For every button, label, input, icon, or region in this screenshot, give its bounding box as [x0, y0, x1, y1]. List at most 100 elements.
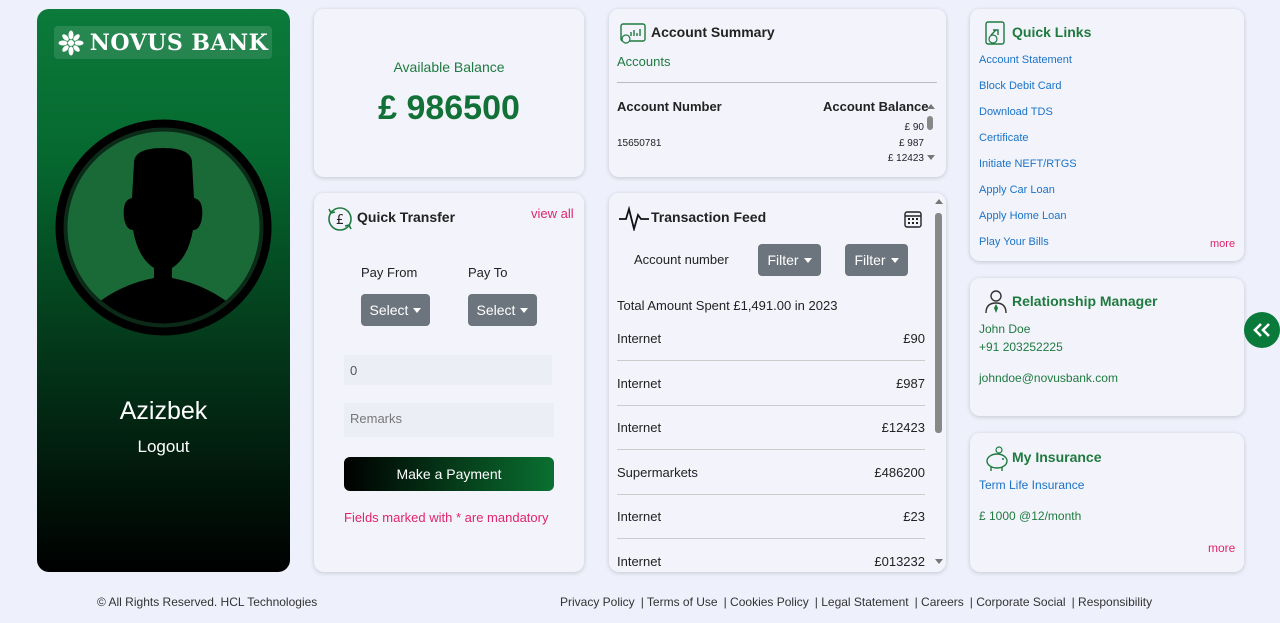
- transaction-amount: £486200: [874, 464, 925, 480]
- insurance-plan-link[interactable]: Term Life Insurance: [979, 478, 1084, 492]
- footer-link-responsibility[interactable]: | Responsibility: [1072, 595, 1152, 609]
- transaction-row: Supermarkets £486200: [617, 451, 925, 495]
- account-summary-card: Account Summary Accounts Account Number …: [609, 9, 946, 177]
- manager-name: John Doe: [979, 322, 1031, 336]
- quick-link-play-your-bills[interactable]: Play Your Bills: [979, 236, 1049, 248]
- pay-to-label: Pay To: [468, 265, 508, 280]
- scroll-up-icon[interactable]: [935, 199, 943, 204]
- scroll-down-icon[interactable]: [935, 559, 943, 564]
- quick-link-block-debit-card[interactable]: Block Debit Card: [979, 80, 1062, 92]
- quick-link-download-tds[interactable]: Download TDS: [979, 106, 1053, 118]
- transaction-amount: £90: [903, 331, 925, 346]
- quick-links-more-link[interactable]: more: [1210, 238, 1235, 250]
- pay-to-select-value: Select: [476, 302, 516, 318]
- caret-down-icon: [413, 307, 422, 313]
- footer-links: Privacy Policy | Terms of Use | Cookies …: [560, 595, 1152, 609]
- footer-link-terms[interactable]: | Terms of Use: [641, 595, 718, 609]
- pay-from-select[interactable]: Select: [361, 294, 430, 326]
- footer-link-cookies[interactable]: | Cookies Policy: [724, 595, 809, 609]
- view-all-link[interactable]: view all: [531, 206, 574, 221]
- quick-link-account-statement[interactable]: Account Statement: [979, 54, 1072, 66]
- footer-link-privacy[interactable]: Privacy Policy: [560, 595, 635, 609]
- scroll-down-icon[interactable]: [927, 155, 935, 160]
- footer-link-careers[interactable]: | Careers: [915, 595, 964, 609]
- account-balance-value: £ 90: [904, 122, 924, 133]
- collapse-panel-button[interactable]: [1244, 312, 1280, 348]
- account-number-value: 15650781: [617, 138, 662, 149]
- footer-copyright: © All Rights Reserved. HCL Technologies: [97, 595, 318, 609]
- balance-card: Available Balance £ 986500: [314, 9, 584, 177]
- pay-to-select[interactable]: Select: [468, 294, 537, 326]
- filter-dropdown-label: Filter: [854, 252, 886, 268]
- caret-down-icon: [890, 257, 899, 263]
- account-balance-value: £ 987: [898, 138, 924, 149]
- balance-value: £ 986500: [378, 89, 520, 127]
- svg-text:£: £: [336, 213, 344, 228]
- quick-links-card: Quick Links Account Statement Block Debi…: [970, 9, 1244, 261]
- quick-links-title: Quick Links: [1012, 24, 1092, 40]
- quick-transfer-card: £ Quick Transfer view all Pay From Pay T…: [314, 193, 584, 572]
- account-summary-title: Account Summary: [651, 24, 775, 40]
- make-payment-button[interactable]: Make a Payment: [344, 457, 554, 491]
- brand-logo: NOVUS BANK: [54, 26, 272, 59]
- transaction-category: Internet: [617, 553, 662, 569]
- manager-email[interactable]: johndoe@novusbank.com: [979, 371, 1118, 385]
- quick-link-initiate-neft[interactable]: Initiate NEFT/RTGS: [979, 158, 1077, 170]
- transaction-amount: £12423: [881, 420, 925, 435]
- transaction-category: Internet: [617, 420, 662, 435]
- transaction-category: Internet: [617, 509, 662, 524]
- user-name: Azizbek: [119, 397, 208, 425]
- manager-phone: +91 203252225: [979, 340, 1063, 354]
- mandatory-note: Fields marked with * are mandatory: [344, 510, 549, 525]
- caret-down-icon: [803, 257, 812, 263]
- insurance-premium: £ 1000 @12/month: [979, 509, 1082, 523]
- account-summary-icon: [620, 23, 646, 44]
- quick-link-apply-home-loan[interactable]: Apply Home Loan: [979, 210, 1066, 222]
- transaction-row: Internet £013232: [617, 540, 925, 573]
- balance-label: Available Balance: [393, 59, 505, 75]
- column-account-balance: Account Balance: [823, 99, 929, 114]
- caret-down-icon: [520, 307, 529, 313]
- feed-scrollbar[interactable]: [934, 197, 944, 568]
- calendar-icon[interactable]: [904, 210, 922, 228]
- footer-link-corporate-social[interactable]: | Corporate Social: [970, 595, 1066, 609]
- quick-link-apply-car-loan[interactable]: Apply Car Loan: [979, 184, 1055, 196]
- currency-exchange-icon: £: [328, 207, 352, 231]
- column-account-number: Account Number: [617, 99, 722, 114]
- total-spent-text: Total Amount Spent £1,491.00 in 2023: [617, 298, 838, 313]
- divider: [617, 82, 937, 83]
- filter-dropdown-2[interactable]: Filter: [845, 244, 908, 276]
- transaction-row: Internet £23: [617, 495, 925, 539]
- relationship-manager-title: Relationship Manager: [1012, 293, 1158, 309]
- scroll-thumb[interactable]: [927, 116, 933, 130]
- pulse-icon: [619, 205, 649, 231]
- manager-person-icon: [985, 290, 1007, 314]
- brand-name: NOVUS BANK: [89, 29, 269, 56]
- flower-logo-icon: [58, 30, 84, 55]
- account-number-label: Account number: [634, 252, 729, 267]
- scroll-up-icon[interactable]: [927, 104, 935, 109]
- insurance-title: My Insurance: [1012, 449, 1102, 465]
- pay-from-select-value: Select: [369, 302, 409, 318]
- table-scrollbar[interactable]: [926, 102, 936, 164]
- transaction-category: Internet: [617, 375, 662, 391]
- footer-link-legal[interactable]: | Legal Statement: [815, 595, 909, 609]
- insurance-more-link[interactable]: more: [1208, 541, 1235, 555]
- quick-link-certificate[interactable]: Certificate: [979, 132, 1029, 144]
- filter-dropdown-1[interactable]: Filter: [758, 244, 821, 276]
- quick-transfer-title: Quick Transfer: [357, 209, 456, 225]
- insurance-card: My Insurance Term Life Insurance £ 1000 …: [970, 433, 1244, 572]
- account-balance-value: £ 12423: [887, 153, 924, 164]
- transaction-feed-title: Transaction Feed: [651, 209, 767, 225]
- scroll-thumb[interactable]: [935, 213, 942, 433]
- piggy-bank-icon: [986, 446, 1008, 471]
- amount-input[interactable]: 0: [344, 355, 552, 385]
- logout-link[interactable]: Logout: [37, 437, 290, 457]
- transaction-row: Internet £12423: [617, 406, 925, 450]
- sidebar: NOVUS BANK Azizbek Logout: [37, 9, 290, 572]
- transaction-category: Internet: [617, 331, 662, 346]
- avatar-icon: [55, 119, 272, 336]
- double-chevron-left-icon: [1253, 323, 1270, 337]
- transaction-row: Internet £90: [617, 317, 925, 361]
- remarks-textarea[interactable]: Remarks: [344, 403, 554, 437]
